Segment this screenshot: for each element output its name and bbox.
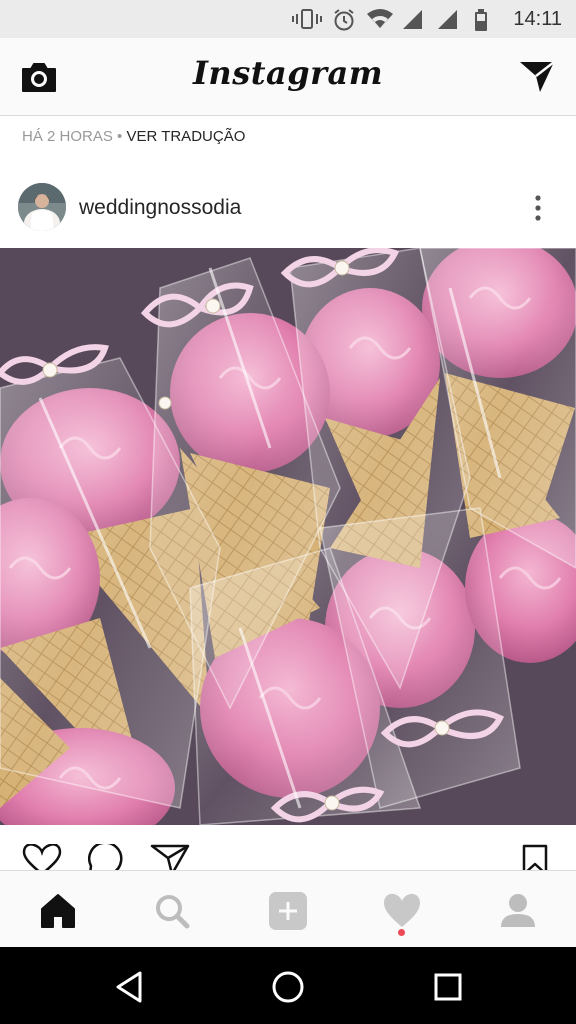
post-header: weddingnossodia: [0, 170, 576, 246]
username[interactable]: weddingnossodia: [79, 196, 241, 220]
wifi-icon: [367, 9, 393, 28]
search-icon[interactable]: [152, 891, 192, 931]
signal-icon: [403, 10, 422, 29]
back-icon[interactable]: [110, 967, 150, 1007]
system-nav: [0, 947, 576, 1024]
app-title: Instagram: [192, 54, 384, 92]
signal-icon: [438, 10, 457, 29]
post-photo[interactable]: [0, 248, 576, 825]
home-circle-icon[interactable]: [268, 967, 308, 1007]
vibrate-icon: [292, 9, 322, 29]
activity-icon[interactable]: [382, 891, 422, 931]
post-actions: [0, 830, 576, 874]
battery-icon: [475, 9, 487, 31]
more-vertical-icon[interactable]: [528, 194, 548, 224]
time-ago: HÁ 2 HORAS: [22, 128, 113, 145]
separator: •: [112, 128, 127, 145]
translate-link[interactable]: VER TRADUÇÃO: [126, 128, 245, 145]
avatar[interactable]: [18, 183, 66, 231]
activity-badge: [398, 929, 405, 936]
bottom-nav: [0, 870, 576, 947]
status-time: 14:11: [513, 8, 562, 30]
direct-message-icon[interactable]: [518, 58, 556, 94]
photo-image: [0, 248, 576, 825]
meta-line: HÁ 2 HORAS • VER TRADUÇÃO: [22, 128, 245, 145]
app-header: Instagram: [0, 38, 576, 116]
status-bar: 14:11: [0, 0, 576, 38]
home-icon[interactable]: [38, 891, 78, 931]
add-post-icon[interactable]: [268, 891, 308, 931]
profile-icon[interactable]: [498, 891, 538, 931]
recents-icon[interactable]: [428, 967, 468, 1007]
alarm-icon: [334, 9, 354, 31]
